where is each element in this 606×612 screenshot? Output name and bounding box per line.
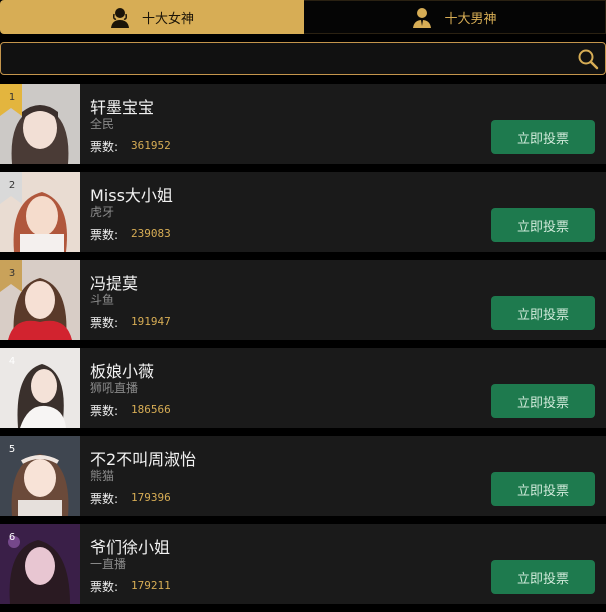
platform-name: 斗鱼 [90,293,115,307]
tab-label: 十大男神 [444,11,497,27]
vote-count: 239083 [131,227,171,240]
tab-top-ten-goddess[interactable]: 十大女神 [0,0,304,34]
vote-button[interactable]: 立即投票 [491,560,595,594]
search-bar [0,42,606,75]
vote-button[interactable]: 立即投票 [491,208,595,242]
search-input[interactable] [11,49,575,71]
votes-label: 票数: [90,228,119,242]
list-item: 4 板娘小薇 狮吼直播 票数: 186566 立即投票 [0,348,606,428]
votes-label: 票数: [90,404,119,418]
vote-button[interactable]: 立即投票 [491,472,595,506]
votes-label: 票数: [90,316,119,330]
vote-count: 186566 [131,403,171,416]
vote-count: 179211 [131,579,171,592]
platform-name: 狮吼直播 [90,381,139,395]
votes-label: 票数: [90,140,119,154]
platform-name: 全民 [90,117,115,131]
platform-name: 熊猫 [90,469,115,483]
list-item: 6 爷们徐小姐 一直播 票数: 179211 立即投票 [0,524,606,604]
rank-number: 4 [8,356,16,367]
tab-label: 十大女神 [141,11,194,27]
tab-top-ten-god[interactable]: 十大男神 [304,0,606,34]
female-user-icon [110,6,130,28]
platform-name: 一直播 [90,557,127,571]
category-tabs: 十大女神 十大男神 [0,0,606,34]
list-item: 5 不2不叫周淑怡 熊猫 票数: 179396 立即投票 [0,436,606,516]
votes-label: 票数: [90,492,119,506]
rank-number: 5 [8,444,16,455]
male-user-icon [412,6,432,28]
vote-button[interactable]: 立即投票 [491,296,595,330]
rank-number: 6 [8,532,16,543]
vote-button[interactable]: 立即投票 [491,384,595,418]
rank-number: 2 [8,180,16,191]
rank-number: 3 [8,268,16,279]
vote-button[interactable]: 立即投票 [491,120,595,154]
ranking-list: 1 轩墨宝宝 全民 票数: 361952 立即投票 2 Miss大小姐 虎牙 票… [0,84,606,612]
list-item: 3 冯提莫 斗鱼 票数: 191947 立即投票 [0,260,606,340]
list-item: 2 Miss大小姐 虎牙 票数: 239083 立即投票 [0,172,606,252]
vote-count: 191947 [131,315,171,328]
platform-name: 虎牙 [90,205,115,219]
search-icon[interactable] [577,48,599,70]
list-item: 1 轩墨宝宝 全民 票数: 361952 立即投票 [0,84,606,164]
rank-number: 1 [8,92,16,103]
vote-count: 179396 [131,491,171,504]
vote-count: 361952 [131,139,171,152]
votes-label: 票数: [90,580,119,594]
